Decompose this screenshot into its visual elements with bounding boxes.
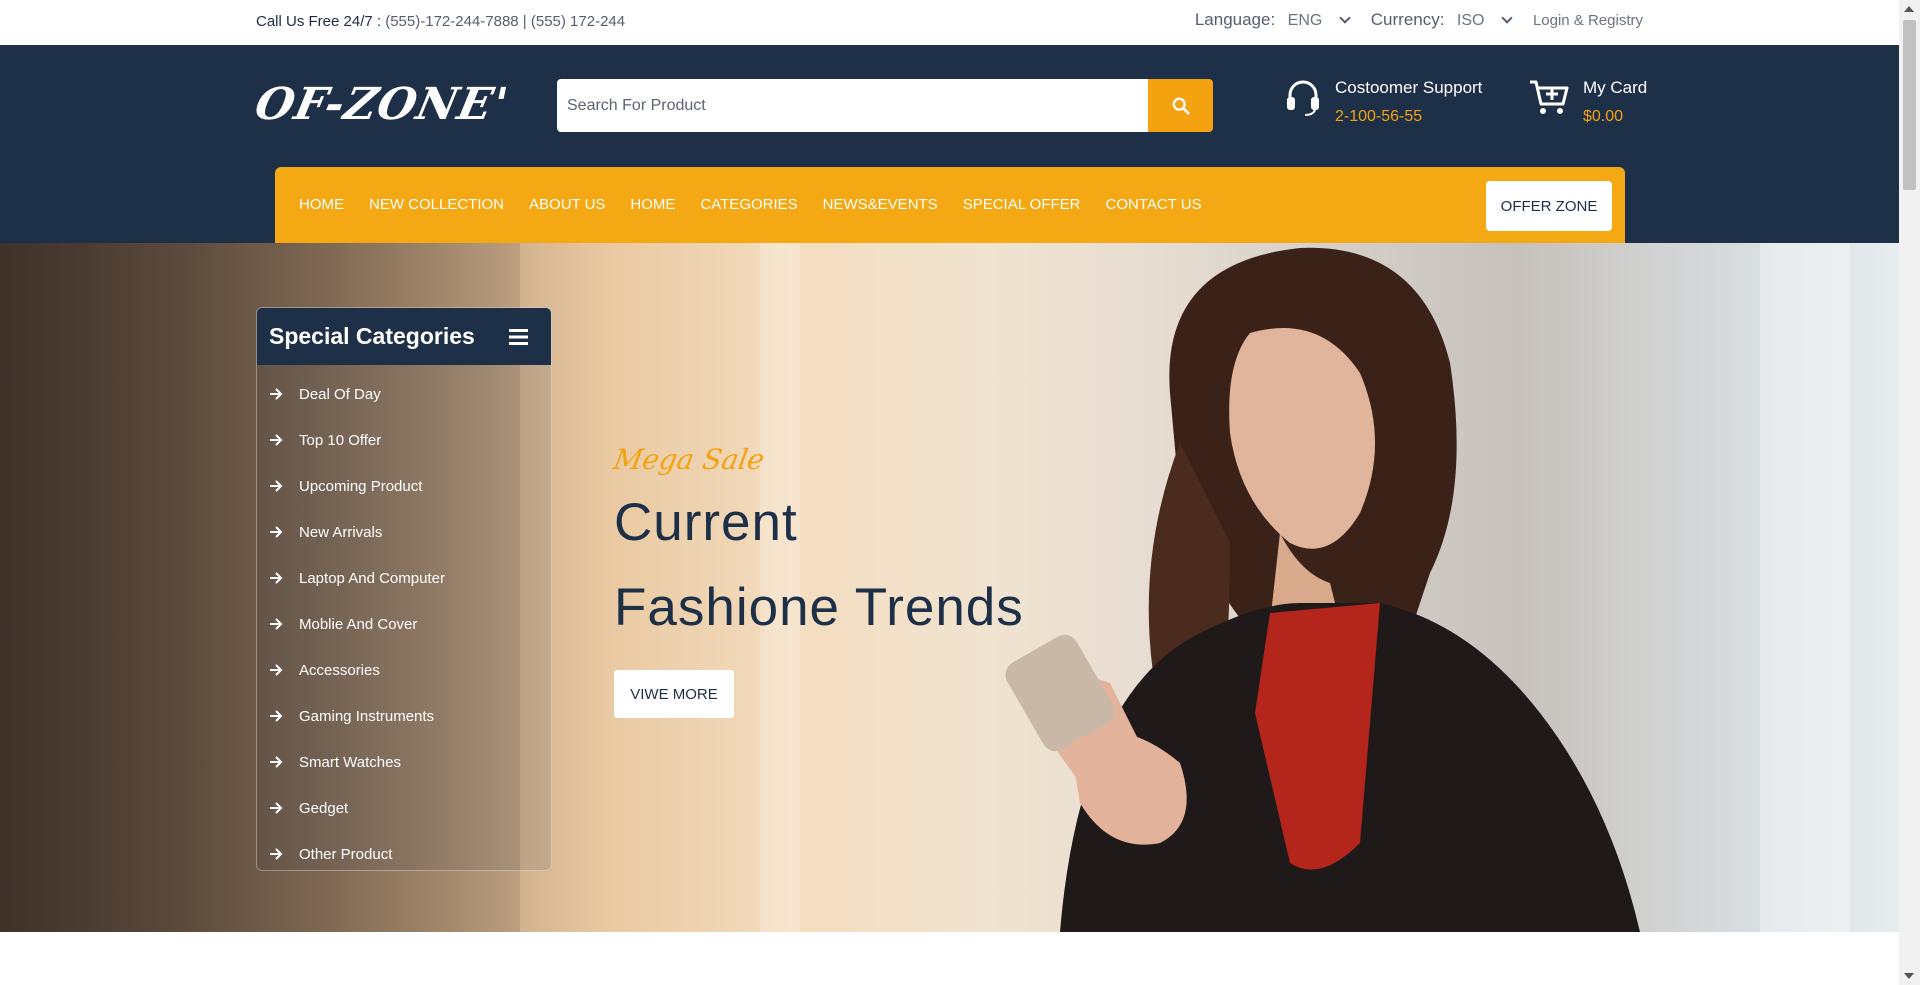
cart-amount: $0.00 bbox=[1583, 108, 1624, 125]
nav-item-home-2[interactable]: HOME bbox=[630, 196, 675, 213]
currency-selector[interactable]: Currency: ISO bbox=[1370, 10, 1513, 30]
category-item[interactable]: Accessories bbox=[257, 647, 551, 693]
nav-item-new-collection[interactable]: NEW COLLECTION bbox=[369, 196, 504, 213]
menu-icon[interactable] bbox=[509, 328, 529, 346]
category-label: Moblie And Cover bbox=[299, 615, 418, 633]
search-icon bbox=[1172, 97, 1190, 115]
arrow-right-icon bbox=[269, 802, 285, 814]
hero-kicker: Mega Sale bbox=[611, 443, 768, 476]
arrow-right-icon bbox=[269, 480, 285, 492]
call-label: Call Us Free 24/7 : bbox=[256, 13, 382, 30]
chevron-down-icon bbox=[1501, 12, 1513, 24]
category-label: Smart Watches bbox=[299, 753, 401, 771]
chevron-down-icon bbox=[1339, 12, 1351, 24]
category-label: Other Product bbox=[299, 845, 393, 863]
login-registry-link[interactable]: Login & Registry bbox=[1533, 12, 1643, 29]
phone-numbers: (555)-172-244-7888 | (555) 172-244 bbox=[385, 13, 626, 30]
categories-header: Special Categories bbox=[257, 308, 551, 365]
category-item[interactable]: Gedget bbox=[257, 785, 551, 831]
main-nav: HOME NEW COLLECTION ABOUT US HOME CATEGO… bbox=[275, 167, 1625, 243]
view-more-button[interactable]: VIWE MORE bbox=[614, 670, 734, 718]
scroll-up-arrow-icon[interactable] bbox=[1904, 6, 1914, 12]
category-label: Top 10 Offer bbox=[299, 431, 382, 449]
customer-support[interactable]: Costoomer Support 2-100-56-55 bbox=[1285, 78, 1482, 126]
arrow-right-icon bbox=[269, 572, 285, 584]
nav-list: HOME NEW COLLECTION ABOUT US HOME CATEGO… bbox=[299, 196, 1227, 213]
nav-item-home[interactable]: HOME bbox=[299, 196, 344, 213]
arrow-right-icon bbox=[269, 664, 285, 676]
arrow-right-icon bbox=[269, 848, 285, 860]
nav-item-categories[interactable]: CATEGORIES bbox=[700, 196, 797, 213]
site-logo[interactable]: OF-ZONE' bbox=[251, 79, 513, 130]
cart-title: My Card bbox=[1583, 78, 1648, 97]
arrow-right-icon bbox=[269, 526, 285, 538]
search-bar bbox=[557, 79, 1213, 132]
hero-title-line-1: Current bbox=[614, 493, 798, 552]
category-item[interactable]: New Arrivals bbox=[257, 509, 551, 555]
arrow-right-icon bbox=[269, 618, 285, 630]
category-item[interactable]: Smart Watches bbox=[257, 739, 551, 785]
category-label: Deal Of Day bbox=[299, 385, 381, 403]
category-item[interactable]: Laptop And Computer bbox=[257, 555, 551, 601]
cart[interactable]: My Card $0.00 bbox=[1529, 78, 1647, 126]
arrow-right-icon bbox=[269, 710, 285, 722]
support-title: Costoomer Support bbox=[1335, 78, 1483, 97]
support-phone: 2-100-56-55 bbox=[1335, 108, 1423, 125]
category-label: Laptop And Computer bbox=[299, 569, 445, 587]
site-header: OF-ZONE' Costoomer Support 2-100-56-55 bbox=[0, 45, 1899, 243]
category-label: Upcoming Product bbox=[299, 477, 423, 495]
offer-zone-button[interactable]: OFFER ZONE bbox=[1486, 181, 1612, 231]
category-item[interactable]: Gaming Instruments bbox=[257, 693, 551, 739]
category-label: Accessories bbox=[299, 661, 380, 679]
category-label: Gaming Instruments bbox=[299, 707, 435, 725]
search-button[interactable] bbox=[1148, 79, 1213, 132]
nav-item-news-events[interactable]: NEWS&EVENTS bbox=[823, 196, 938, 213]
currency-label: Currency: bbox=[1370, 10, 1445, 29]
special-categories-panel: Special Categories Deal Of Day Top 10 Of… bbox=[256, 307, 552, 871]
currency-value: ISO bbox=[1456, 12, 1485, 29]
nav-item-about-us[interactable]: ABOUT US bbox=[529, 196, 605, 213]
top-bar: Call Us Free 24/7 : (555)-172-244-7888 |… bbox=[0, 0, 1899, 45]
category-item[interactable]: Other Product bbox=[257, 831, 551, 870]
category-label: New Arrivals bbox=[299, 523, 383, 541]
hero-content: Mega Sale Current Fashione Trends VIWE M… bbox=[611, 443, 1024, 718]
language-value: ENG bbox=[1287, 12, 1323, 29]
language-label: Language: bbox=[1194, 10, 1276, 29]
scrollbar-thumb[interactable] bbox=[1903, 20, 1916, 190]
category-label: Gedget bbox=[299, 799, 349, 817]
contact-info: Call Us Free 24/7 : (555)-172-244-7888 |… bbox=[256, 13, 625, 30]
page-scrollbar[interactable] bbox=[1899, 0, 1920, 985]
category-item[interactable]: Upcoming Product bbox=[257, 463, 551, 509]
categories-title: Special Categories bbox=[269, 323, 475, 349]
headset-icon bbox=[1287, 80, 1319, 116]
hero-banner: Special Categories Deal Of Day Top 10 Of… bbox=[0, 243, 1899, 932]
nav-item-contact-us[interactable]: CONTACT US bbox=[1106, 196, 1202, 213]
top-bar-options: Language: ENG Currency: ISO Login & Regi… bbox=[1195, 10, 1643, 30]
category-item[interactable]: Deal Of Day bbox=[257, 371, 551, 417]
cart-icon bbox=[1530, 80, 1569, 114]
nav-item-special-offer[interactable]: SPECIAL OFFER bbox=[963, 196, 1081, 213]
arrow-right-icon bbox=[269, 434, 285, 446]
scroll-down-arrow-icon[interactable] bbox=[1904, 973, 1914, 979]
arrow-right-icon bbox=[269, 756, 285, 768]
language-selector[interactable]: Language: ENG bbox=[1194, 10, 1351, 30]
categories-list: Deal Of Day Top 10 Offer Upcoming Produc… bbox=[257, 365, 551, 870]
hero-title-line-2: Fashione Trends bbox=[614, 578, 1024, 637]
arrow-right-icon bbox=[269, 388, 285, 400]
search-input[interactable] bbox=[557, 79, 1148, 132]
hero-model-image bbox=[1005, 247, 1640, 932]
category-item[interactable]: Top 10 Offer bbox=[257, 417, 551, 463]
category-item[interactable]: Moblie And Cover bbox=[257, 601, 551, 647]
